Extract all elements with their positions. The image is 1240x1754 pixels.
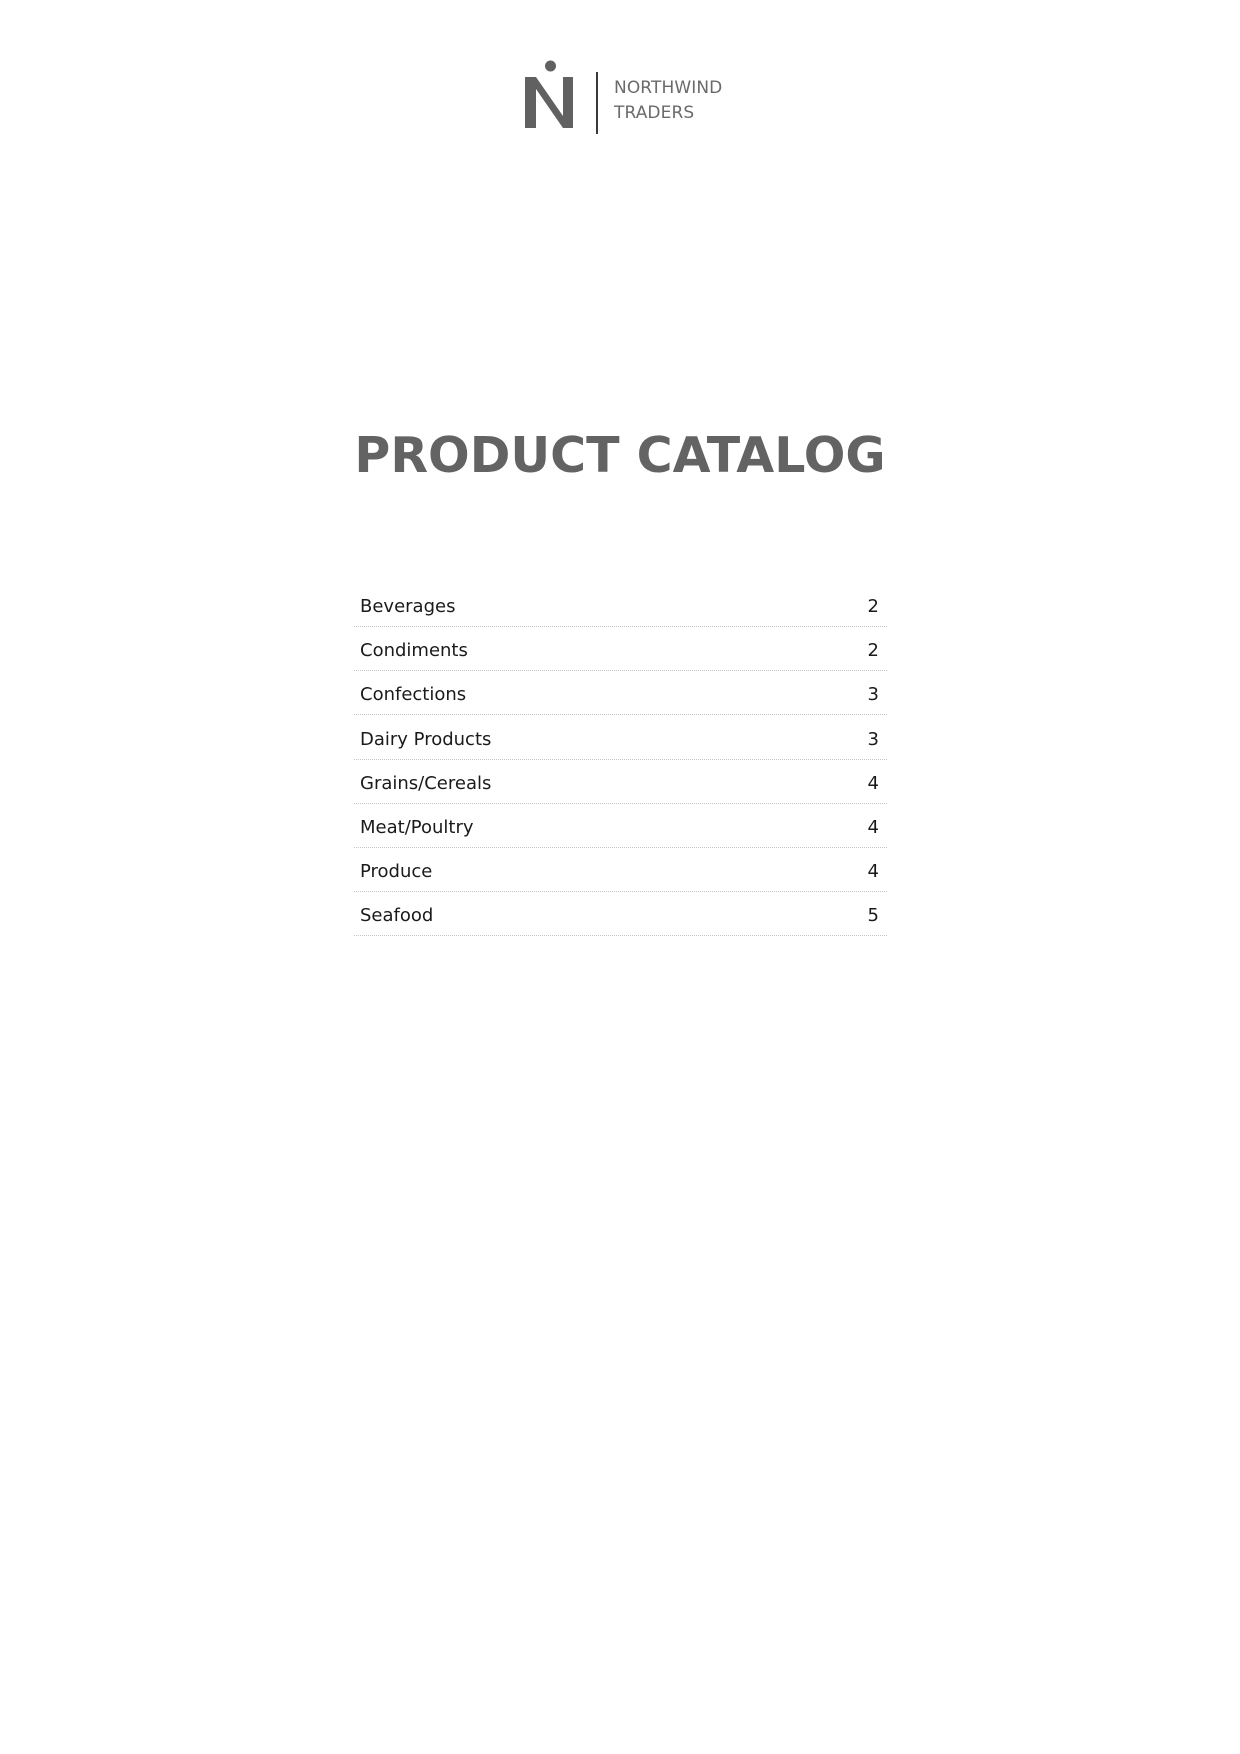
logo-text-line2: TRADERS xyxy=(614,103,695,123)
toc-entry-page-number: 3 xyxy=(867,728,879,750)
toc-entry-meat-poultry[interactable]: Meat/Poultry 4 xyxy=(354,805,887,848)
toc-entry-page-number: 2 xyxy=(867,640,879,662)
toc-entry-label: Dairy Products xyxy=(360,728,492,750)
toc-entry-label: Meat/Poultry xyxy=(360,816,474,838)
toc-entry-page-number: 4 xyxy=(867,772,879,794)
toc-entry-beverages[interactable]: Beverages 2 xyxy=(354,584,887,627)
toc-entry-page-number: 5 xyxy=(867,905,879,927)
toc-entry-dairy-products[interactable]: Dairy Products 3 xyxy=(354,717,887,760)
toc-entry-confections[interactable]: Confections 3 xyxy=(354,672,887,716)
logo-divider xyxy=(596,72,598,134)
toc-entry-label: Grains/Cereals xyxy=(360,772,492,794)
toc-entry-label: Seafood xyxy=(360,905,434,927)
toc-entry-page-number: 4 xyxy=(867,861,879,883)
logo-text-line1: NORTHWIND xyxy=(614,78,723,98)
toc-entry-label: Produce xyxy=(360,861,433,883)
toc-entry-condiments[interactable]: Condiments 2 xyxy=(354,628,887,672)
toc-entry-page-number: 3 xyxy=(867,684,879,706)
logo-wordmark: NORTHWIND TRADERS xyxy=(614,76,722,126)
toc-entry-page-number: 2 xyxy=(867,596,879,617)
toc-entry-grains-cereals[interactable]: Grains/Cereals 4 xyxy=(354,761,887,804)
toc-entry-label: Condiments xyxy=(360,640,468,662)
toc-entry-label: Confections xyxy=(360,684,467,706)
company-logo: NORTHWIND TRADERS xyxy=(522,60,722,140)
toc-entry-page-number: 4 xyxy=(867,816,879,838)
table-of-contents: Beverages 2 Condiments 2 Confections 3 D… xyxy=(354,584,887,938)
toc-entry-label: Beverages xyxy=(360,596,456,617)
page-title: PRODUCT CATALOG xyxy=(354,427,886,484)
n-monogram-icon xyxy=(522,60,580,140)
toc-entry-produce[interactable]: Produce 4 xyxy=(354,849,887,893)
toc-entry-seafood[interactable]: Seafood 5 xyxy=(354,893,887,937)
